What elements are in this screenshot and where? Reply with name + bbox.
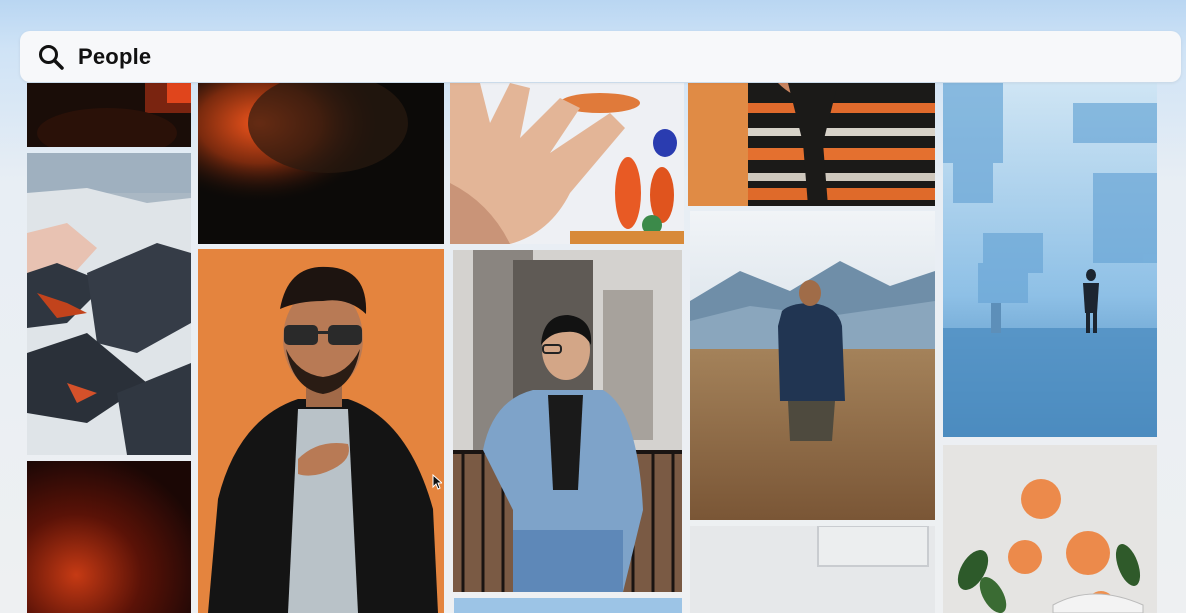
photo-sky-strip[interactable] [454, 598, 682, 613]
photo-dark-red-glow[interactable] [27, 461, 191, 613]
photo-grid [0, 0, 1186, 613]
photo-glass-stairs-figure[interactable] [943, 83, 1157, 437]
search-bar[interactable]: People [20, 31, 1181, 82]
photo-dark-orange-top[interactable] [27, 83, 191, 147]
search-icon [36, 42, 66, 72]
photo-man-sunglasses-orange[interactable] [198, 249, 444, 613]
photo-man-denim-jacket[interactable] [453, 250, 682, 592]
photo-snowy-mountains[interactable] [27, 153, 191, 455]
photo-hand-paint[interactable] [450, 83, 684, 244]
photo-man-field-mountains[interactable] [690, 211, 935, 520]
photo-wall-frame[interactable] [690, 526, 935, 613]
photo-patterned-shirt[interactable] [688, 83, 935, 206]
mouse-cursor-icon [432, 473, 444, 495]
photo-oranges-leaves[interactable] [943, 445, 1157, 613]
search-query-text[interactable]: People [78, 44, 151, 70]
photo-dark-face-orange[interactable] [198, 83, 444, 244]
